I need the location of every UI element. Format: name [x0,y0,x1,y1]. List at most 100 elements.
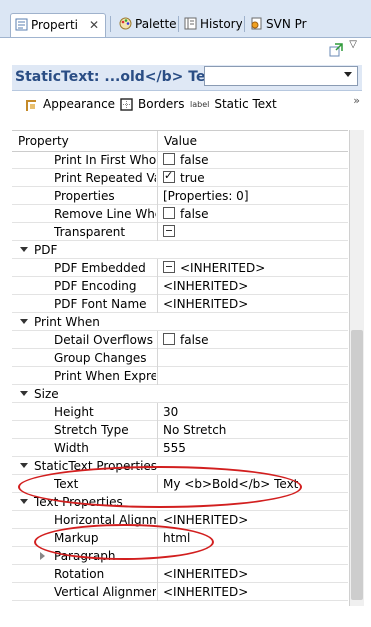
section-tab-static-text[interactable]: label Static Text [190,97,277,111]
property-name: Vertical Alignment [54,585,156,599]
property-value[interactable]: <INHERITED> [163,297,248,311]
property-value[interactable]: 30 [163,405,178,419]
tab-label: Palette [135,17,177,31]
tab-palette[interactable]: Palette [115,13,177,35]
property-value[interactable]: 555 [163,441,186,455]
pin-icon[interactable] [329,43,343,57]
checkbox[interactable] [163,225,175,237]
property-row[interactable]: Height 30 [12,403,348,421]
close-icon[interactable]: ✕ [89,14,99,36]
value-text: 30 [163,405,179,419]
property-value[interactable]: My <b>Bold</b> Text [163,477,298,491]
property-value[interactable]: <INHERITED> [163,279,248,293]
expand-toggle-icon[interactable] [20,463,28,468]
tab-svn-properties[interactable]: SVN Pr [246,13,310,35]
section-tab-appearance[interactable]: Appearance [24,97,115,112]
tab-label: Properti [31,18,79,32]
property-value[interactable]: <INHERITED> [163,585,248,599]
value-text: <INHERITED> [163,279,249,293]
property-value[interactable]: <INHERITED> [163,513,248,527]
property-row[interactable]: Stretch Type No Stretch [12,421,348,439]
category-row[interactable]: PDF [12,241,348,259]
element-selector-combo[interactable] [204,66,358,86]
section-tab-borders[interactable]: Borders [120,97,184,111]
property-row[interactable]: Group Changes [12,349,348,367]
property-value[interactable]: <INHERITED> [163,261,265,275]
svn-icon [251,17,262,30]
property-value[interactable]: html [163,531,190,545]
expand-toggle-icon[interactable] [20,319,28,324]
property-name: Detail Overflows [54,333,153,347]
category-row[interactable]: StaticText Properties [12,457,348,475]
property-value[interactable]: false [163,153,209,167]
property-row[interactable]: Transparent [12,223,348,241]
view-tab-bar: Properti ✕ Palette History SVN Pr [0,0,371,38]
label-icon: label [190,100,210,109]
property-name: Print When Expressi [54,369,156,383]
property-row[interactable]: Markup html [12,529,348,547]
property-row[interactable]: Print When Expressi [12,367,348,385]
category-row[interactable]: Print When [12,313,348,331]
property-row[interactable]: Print Repeated Valu true [12,169,348,187]
expand-toggle-icon[interactable] [20,391,28,396]
property-name: PDF Font Name [54,297,147,311]
expand-toggle-icon[interactable] [40,552,45,560]
checkbox[interactable] [163,169,175,183]
vertical-scrollbar[interactable] [349,130,364,606]
column-divider [157,403,158,421]
palette-icon [119,17,132,30]
property-row[interactable]: PDF Encoding <INHERITED> [12,277,348,295]
property-row[interactable]: Detail Overflows false [12,331,348,349]
property-value[interactable]: No Stretch [163,423,226,437]
expand-toggle-icon[interactable] [20,499,28,504]
view-menu-icon[interactable]: ▽ [349,39,357,50]
scrollbar-thumb[interactable] [351,330,363,600]
checkbox[interactable] [163,153,175,165]
tab-properties[interactable]: Properti ✕ [10,13,106,37]
column-divider [157,367,158,385]
property-value[interactable]: false [163,333,209,347]
category-label: Print When [34,315,100,329]
value-text: true [180,171,205,185]
category-row[interactable]: Text Properties [12,493,348,511]
expand-toggle-icon[interactable] [20,247,28,252]
value-text: false [180,153,209,167]
property-value[interactable]: true [163,169,205,185]
value-text: [Properties: 0] [163,189,249,203]
property-row[interactable]: PDF Embedded <INHERITED> [12,259,348,277]
property-row[interactable]: Width 555 [12,439,348,457]
column-divider [157,547,158,565]
value-text: My <b>Bold</b> Text [163,477,299,491]
column-divider [157,565,158,583]
tab-divider [244,16,245,32]
tab-history[interactable]: History [180,13,242,35]
column-divider [157,295,158,313]
checkbox[interactable] [163,333,175,345]
property-value[interactable]: <INHERITED> [163,567,248,581]
value-text: <INHERITED> [163,567,249,581]
value-text: No Stretch [163,423,227,437]
header-property: Property [18,134,69,148]
property-row[interactable]: Text My <b>Bold</b> Text [12,475,348,493]
tab-label: History [200,17,242,31]
property-value[interactable]: false [163,207,209,221]
property-value[interactable]: [Properties: 0] [163,189,249,203]
property-name: Paragraph [54,549,116,563]
property-name: Width [54,441,89,455]
checkbox[interactable] [163,261,175,273]
property-row[interactable]: Remove Line When false [12,205,348,223]
tab-divider [178,16,179,32]
checkbox[interactable] [163,207,175,219]
title-bar: StaticText: ...old</b> Text [12,65,362,91]
property-row[interactable]: PDF Font Name <INHERITED> [12,295,348,313]
property-row[interactable]: Paragraph [12,547,348,565]
category-row[interactable]: Size [12,385,348,403]
property-row[interactable]: Horizontal Alignme <INHERITED> [12,511,348,529]
property-row[interactable]: Vertical Alignment <INHERITED> [12,583,348,601]
header-value: Value [164,134,197,148]
property-value[interactable] [163,225,180,239]
more-tabs-icon[interactable]: » [353,94,360,107]
property-row[interactable]: Properties [Properties: 0] [12,187,348,205]
property-row[interactable]: Rotation <INHERITED> [12,565,348,583]
property-row[interactable]: Print In First Whole false [12,151,348,169]
